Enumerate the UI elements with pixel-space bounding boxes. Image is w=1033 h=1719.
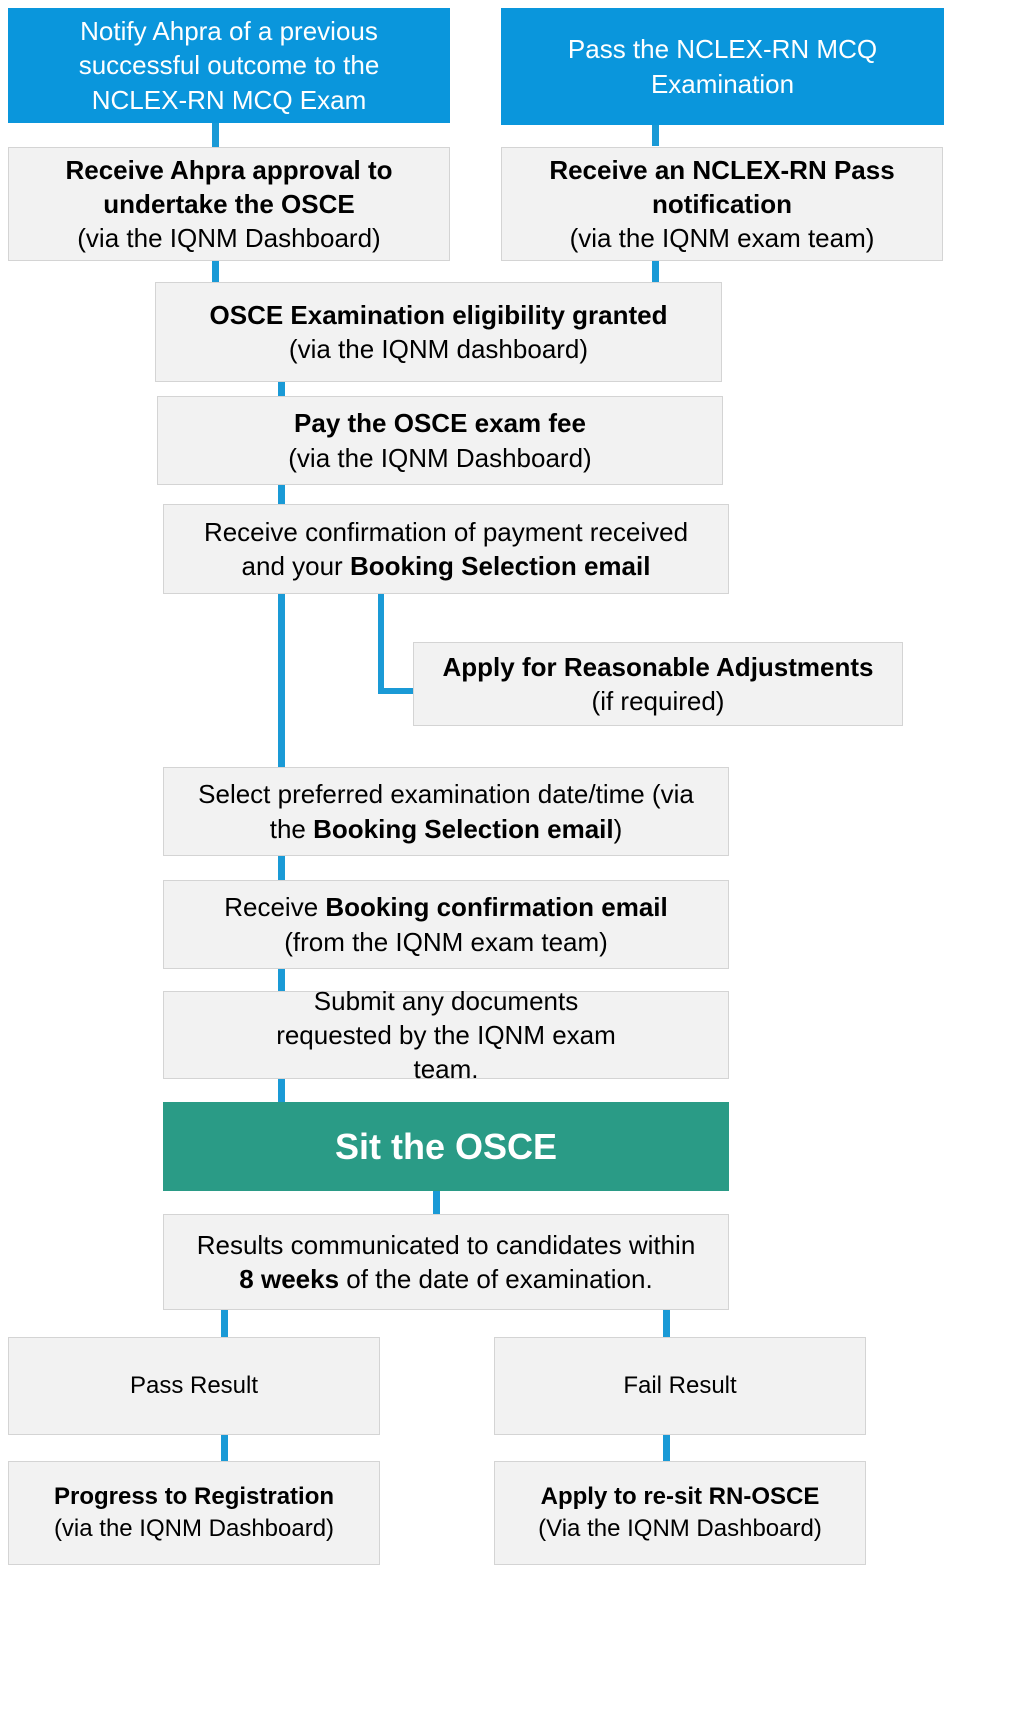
connector-eligibility-to-fee — [278, 381, 285, 396]
reasonable-adjustments-title: Apply for Reasonable Adjustments — [442, 651, 874, 682]
reasonable-adjustments-sub: (if required) — [591, 686, 725, 716]
reasonable-adjustments-box: Apply for Reasonable Adjustments (if req… — [413, 642, 903, 726]
nclex-pass-notification-title: Receive an NCLEX-RN Pass notification — [549, 154, 895, 219]
pass-nclex-box: Pass the NCLEX-RN MCQ Examination — [501, 8, 944, 125]
progress-registration-box: Progress to Registration (via the IQNM D… — [8, 1461, 380, 1565]
connector-notification-to-eligibility — [652, 260, 659, 282]
nclex-pass-notification-box: Receive an NCLEX-RN Pass notification (v… — [501, 147, 943, 261]
connector-osce-to-results — [433, 1190, 440, 1214]
payment-confirmation-pre2: and your — [241, 551, 350, 581]
connector-results-to-pass — [221, 1309, 228, 1337]
connector-fee-to-payment — [278, 484, 285, 504]
connector-fail-to-resit — [663, 1434, 670, 1461]
eligibility-sub: (via the IQNM dashboard) — [288, 334, 589, 364]
submit-documents-text: Submit any documents requested by the IQ… — [276, 985, 616, 1085]
results-line1: Results communicated to candidates withi… — [196, 1229, 696, 1260]
apply-resit-title: Apply to re-sit RN-OSCE — [540, 1483, 820, 1511]
connector-branch-vertical — [378, 593, 384, 694]
eligibility-title: OSCE Examination eligibility granted — [209, 299, 668, 330]
apply-resit-sub: (Via the IQNM Dashboard) — [538, 1515, 822, 1542]
submit-documents-box: Submit any documents requested by the IQ… — [163, 986, 729, 1084]
fail-result-box: Fail Result — [494, 1337, 866, 1435]
payment-confirmation-line1: Receive confirmation of payment received — [203, 516, 689, 547]
pay-fee-box: Pay the OSCE exam fee (via the IQNM Dash… — [157, 396, 723, 485]
ahpra-approval-box: Receive Ahpra approval to undertake the … — [8, 147, 450, 261]
pass-nclex-text: Pass the NCLEX-RN MCQ Examination — [567, 34, 878, 99]
select-date-line2: the Booking Selection email) — [270, 812, 623, 846]
payment-confirmation-box: Receive confirmation of payment received… — [163, 504, 729, 594]
select-date-line1: Select preferred examination date/time (… — [198, 779, 694, 810]
booking-confirmation-box: Receive Booking confirmation email (from… — [163, 880, 729, 969]
notify-ahpra-text: Notify Ahpra of a previous successful ou… — [78, 16, 380, 115]
results-line2: 8 weeks of the date of examination. — [239, 1262, 652, 1296]
pass-result-text: Pass Result — [129, 1372, 259, 1400]
payment-confirmation-line2: and your Booking Selection email — [242, 549, 651, 583]
booking-confirmation-bold: Booking confirmation email — [325, 892, 668, 923]
pay-fee-sub: (via the IQNM Dashboard) — [288, 442, 592, 473]
booking-confirmation-line1: Receive Booking confirmation email — [224, 890, 668, 924]
connector-branch-horizontal — [378, 688, 413, 694]
sit-osce-box: Sit the OSCE — [163, 1102, 729, 1191]
connector-pass-to-notification — [652, 124, 659, 146]
ahpra-approval-sub: (via the IQNM Dashboard) — [77, 223, 381, 254]
apply-resit-box: Apply to re-sit RN-OSCE (Via the IQNM Da… — [494, 1461, 866, 1565]
select-date-box: Select preferred examination date/time (… — [163, 767, 729, 856]
booking-confirmation-pre: Receive — [224, 892, 326, 923]
notify-ahpra-box: Notify Ahpra of a previous successful ou… — [8, 8, 450, 123]
connector-payment-to-select — [278, 593, 285, 767]
payment-confirmation-bold: Booking Selection email — [349, 551, 651, 581]
progress-registration-title: Progress to Registration — [53, 1483, 335, 1511]
pass-result-box: Pass Result — [8, 1337, 380, 1435]
pay-fee-title: Pay the OSCE exam fee — [294, 408, 586, 439]
sit-osce-text: Sit the OSCE — [334, 1125, 558, 1167]
ahpra-approval-title: Receive Ahpra approval to undertake the … — [65, 154, 393, 219]
nclex-pass-notification-sub: (via the IQNM exam team) — [569, 223, 875, 254]
results-bold: 8 weeks — [239, 1264, 340, 1294]
booking-confirmation-sub: (from the IQNM exam team) — [284, 926, 608, 957]
eligibility-box: OSCE Examination eligibility granted (vi… — [155, 282, 722, 382]
results-box: Results communicated to candidates withi… — [163, 1214, 729, 1310]
connector-pass-to-registration — [221, 1434, 228, 1461]
connector-approval-to-eligibility — [212, 260, 219, 282]
select-date-bold: Booking Selection email — [313, 813, 614, 844]
connector-notify-to-approval — [212, 122, 219, 148]
fail-result-text: Fail Result — [623, 1372, 737, 1400]
results-post: of the date of examination. — [339, 1264, 653, 1294]
select-date-post: ) — [613, 813, 623, 844]
connector-select-to-booking — [278, 855, 285, 880]
connector-results-to-fail — [663, 1309, 670, 1337]
select-date-pre2: the — [269, 813, 314, 844]
progress-registration-sub: (via the IQNM Dashboard) — [53, 1515, 335, 1542]
